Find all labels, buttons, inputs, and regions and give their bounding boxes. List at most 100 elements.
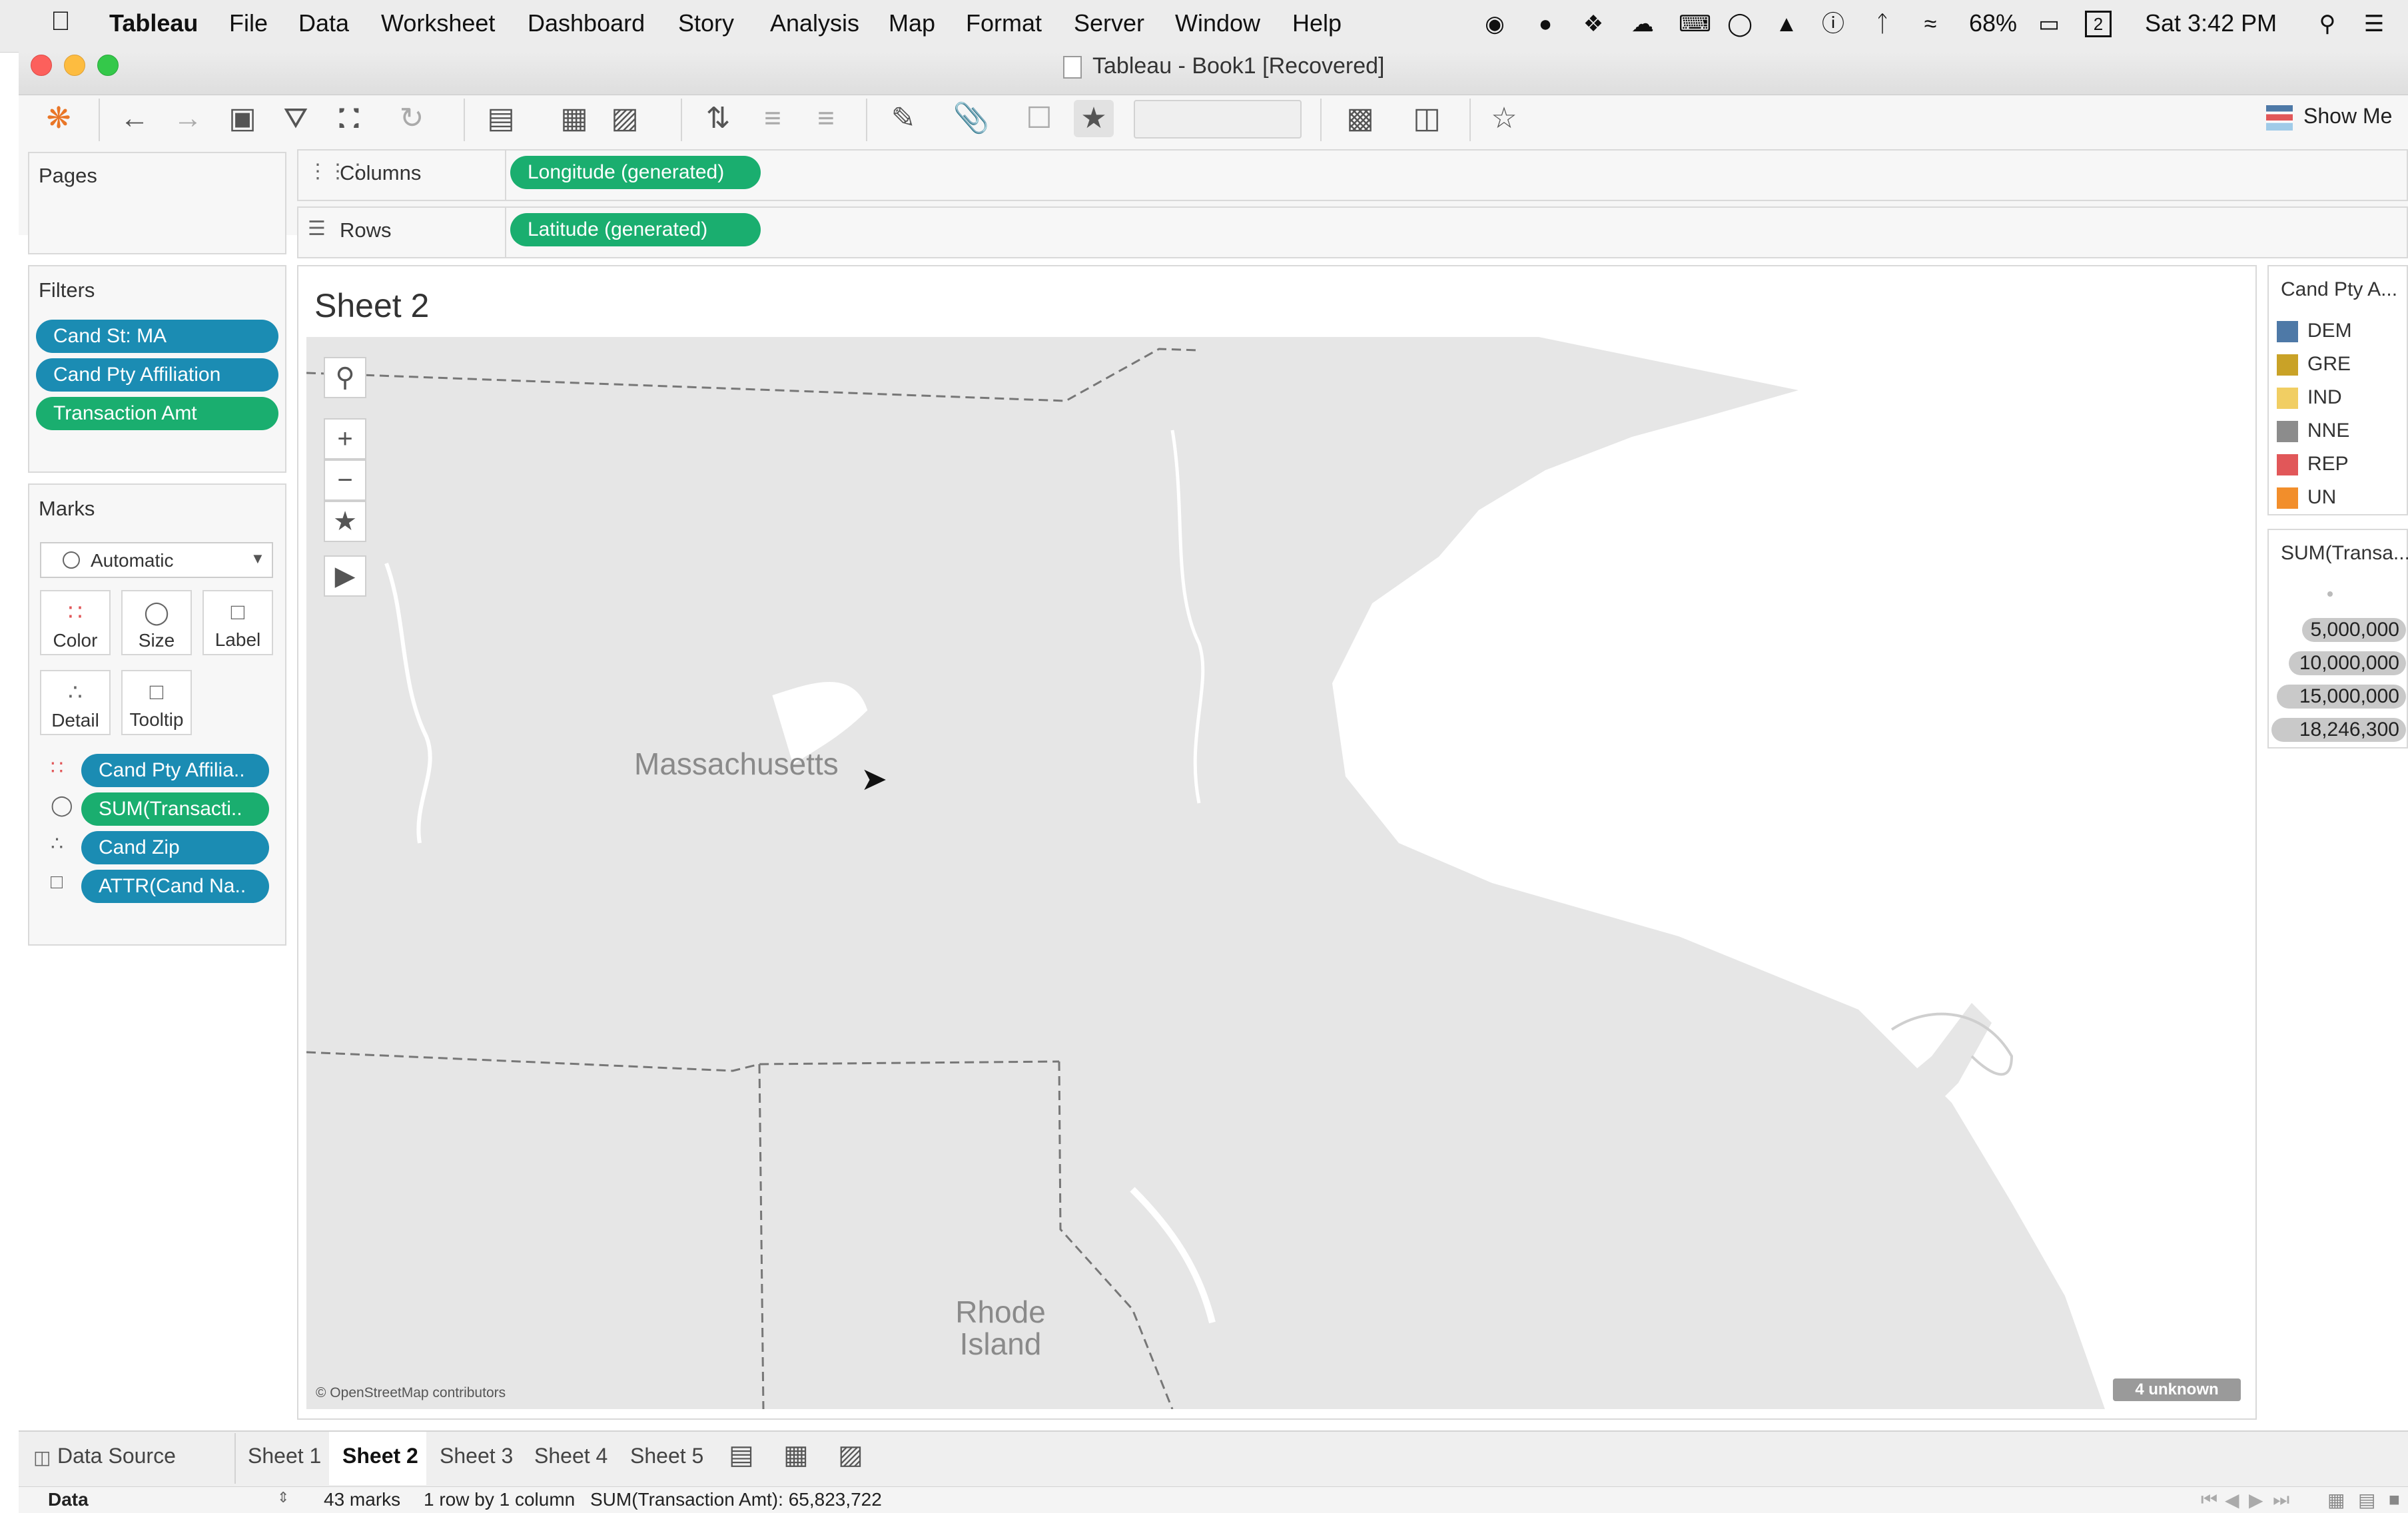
tab-data-source[interactable]: Data Source — [57, 1444, 176, 1468]
menu-format[interactable]: Format — [966, 9, 1042, 37]
group-members-icon[interactable]: 📎 — [951, 100, 991, 137]
marks-size-card[interactable]: ◯ Size — [121, 590, 192, 655]
nav-next-icon[interactable]: ▶ — [2249, 1489, 2263, 1511]
filter-cand-pty-affiliation[interactable]: Cand Pty Affiliation — [36, 358, 278, 392]
menu-server[interactable]: Server — [1074, 9, 1144, 37]
redo-icon[interactable]: → — [168, 100, 208, 137]
legend-swatch-ind[interactable] — [2277, 388, 2298, 409]
legend-label-un[interactable]: UN — [2307, 486, 2336, 509]
duplicate-sheet-icon[interactable]: ▦ — [554, 100, 594, 137]
menu-analysis[interactable]: Analysis — [770, 9, 859, 37]
map-search-icon[interactable]: ⚲ — [324, 357, 366, 398]
map-view[interactable]: Massachusetts Rhode Island © OpenStreetM… — [306, 337, 2245, 1409]
new-dashboard-tab-icon[interactable]: ▦ — [783, 1440, 809, 1470]
new-worksheet-tab-icon[interactable]: ▤ — [729, 1440, 754, 1470]
tab-sheet-1[interactable]: Sheet 1 — [248, 1444, 321, 1468]
columns-pill-longitude[interactable]: Longitude (generated) — [510, 156, 761, 189]
data-selector-chevron-icon[interactable]: ⇕ — [277, 1489, 289, 1506]
marks-field-cand-zip[interactable]: Cand Zip — [81, 831, 269, 864]
dropbox-icon[interactable]: ❖ — [1580, 11, 1607, 37]
new-story-tab-icon[interactable]: ▨ — [838, 1440, 863, 1470]
show-me-button[interactable]: Show Me — [2303, 104, 2392, 129]
reset-map-icon[interactable]: ★ — [324, 501, 366, 542]
pause-updates-icon[interactable]: ⛚ — [329, 100, 369, 137]
filmstrip-view-icon[interactable]: ▤ — [2358, 1489, 2375, 1511]
minimize-window-button[interactable] — [64, 55, 85, 76]
legend-label-rep[interactable]: REP — [2307, 453, 2349, 475]
sort-descending-icon[interactable]: ≡ — [806, 100, 846, 137]
new-worksheet-icon[interactable]: ▤ — [481, 100, 521, 137]
menu-help[interactable]: Help — [1292, 9, 1342, 37]
marks-detail-card[interactable]: ∴ Detail — [40, 670, 111, 735]
legend-swatch-dem[interactable] — [2277, 321, 2298, 342]
size-legend-item[interactable]: 5,000,000 — [2302, 618, 2406, 642]
marks-field-sum-transaction[interactable]: SUM(Transacti.. — [81, 792, 269, 826]
drive-icon[interactable]: ◯ — [1727, 11, 1753, 37]
share-icon[interactable]: ☆ — [1484, 100, 1524, 137]
menu-window[interactable]: Window — [1175, 9, 1260, 37]
tab-sheet-3[interactable]: Sheet 3 — [440, 1444, 513, 1468]
show-mark-labels-icon[interactable]: ☐ — [1019, 100, 1059, 137]
map-toolbar-expand-icon[interactable]: ▶ — [324, 555, 366, 597]
mark-type-dropdown[interactable]: Automatic ▼ — [40, 542, 273, 578]
new-data-source-icon[interactable]: ⛛ — [276, 100, 316, 137]
legend-swatch-un[interactable] — [2277, 487, 2298, 509]
clear-sheet-icon[interactable]: ▨ — [605, 100, 645, 137]
battery-icon[interactable]: ▭ — [2028, 11, 2070, 37]
nav-prev-icon[interactable]: ◀ — [2225, 1489, 2239, 1511]
close-window-button[interactable] — [31, 55, 52, 76]
record-icon[interactable]: ◉ — [1481, 11, 1508, 37]
zoom-out-button[interactable]: − — [324, 459, 366, 501]
menu-map[interactable]: Map — [889, 9, 935, 37]
keyboard-icon[interactable]: ⌨ — [1679, 11, 1711, 37]
grid-view-icon[interactable]: ▦ — [2327, 1489, 2345, 1511]
legend-label-nne[interactable]: NNE — [2307, 420, 2349, 442]
hat-icon[interactable]: ▲ — [1773, 11, 1800, 37]
legend-swatch-gre[interactable] — [2277, 354, 2298, 376]
wifi-icon[interactable]: ≈ — [1917, 11, 1944, 37]
filter-transaction-amt[interactable]: Transaction Amt — [36, 397, 278, 430]
presentation-mode-icon[interactable]: ◫ — [1407, 100, 1447, 137]
cloud-sync-icon[interactable]: ☁ — [1629, 11, 1656, 37]
marks-label-card[interactable]: □ Label — [202, 590, 273, 655]
marks-tooltip-card[interactable]: □ Tooltip — [121, 670, 192, 735]
highlight-icon[interactable]: ✎ — [883, 100, 923, 137]
marks-field-party[interactable]: Cand Pty Affilia.. — [81, 754, 269, 787]
size-legend-item[interactable]: 10,000,000 — [2289, 651, 2406, 675]
size-legend-item[interactable]: 18,246,300 — [2271, 718, 2406, 742]
size-legend-item[interactable]: 15,000,000 — [2277, 685, 2406, 709]
legend-label-ind[interactable]: IND — [2307, 386, 2342, 409]
fix-axes-icon[interactable]: ★ — [1074, 100, 1114, 137]
status-data-label[interactable]: Data — [48, 1489, 89, 1510]
save-icon[interactable]: ▣ — [222, 100, 262, 137]
undo-icon[interactable]: ← — [115, 100, 155, 137]
tab-sheet-4[interactable]: Sheet 4 — [534, 1444, 607, 1468]
menu-dashboard[interactable]: Dashboard — [528, 9, 645, 37]
spotlight-search-icon[interactable]: ⚲ — [2314, 11, 2341, 37]
notification-center-icon[interactable]: ☰ — [2361, 11, 2387, 37]
tab-sheet-2[interactable]: Sheet 2 — [342, 1444, 418, 1468]
show-cards-icon[interactable]: ▩ — [1340, 100, 1380, 137]
sort-ascending-icon[interactable]: ≡ — [753, 100, 793, 137]
filter-cand-st[interactable]: Cand St: MA — [36, 320, 278, 353]
zoom-in-button[interactable]: + — [324, 418, 366, 459]
tab-sheet-5[interactable]: Sheet 5 — [630, 1444, 703, 1468]
calendar-icon[interactable]: 2 — [2085, 11, 2112, 37]
balloon-icon[interactable]: ● — [1532, 11, 1559, 37]
unknown-indicator[interactable]: 4 unknown — [2113, 1378, 2241, 1401]
menu-clock[interactable]: Sat 3:42 PM — [2145, 9, 2277, 37]
legend-swatch-rep[interactable] — [2277, 454, 2298, 475]
nav-first-icon[interactable]: ⏮ — [2201, 1489, 2217, 1511]
rows-pill-latitude[interactable]: Latitude (generated) — [510, 213, 761, 246]
show-me-icon[interactable] — [2266, 105, 2293, 131]
refresh-icon[interactable]: ↻ — [392, 100, 432, 137]
zoom-window-button[interactable] — [97, 55, 119, 76]
apple-icon[interactable]:  — [51, 7, 71, 37]
bluetooth-icon[interactable]: ᛏ — [1869, 11, 1896, 37]
menu-story[interactable]: Story — [678, 9, 734, 37]
legend-label-dem[interactable]: DEM — [2307, 320, 2352, 342]
menu-data[interactable]: Data — [298, 9, 349, 37]
tabs-view-icon[interactable]: ■ — [2389, 1489, 2400, 1510]
legend-label-gre[interactable]: GRE — [2307, 353, 2351, 376]
menu-worksheet[interactable]: Worksheet — [381, 9, 495, 37]
